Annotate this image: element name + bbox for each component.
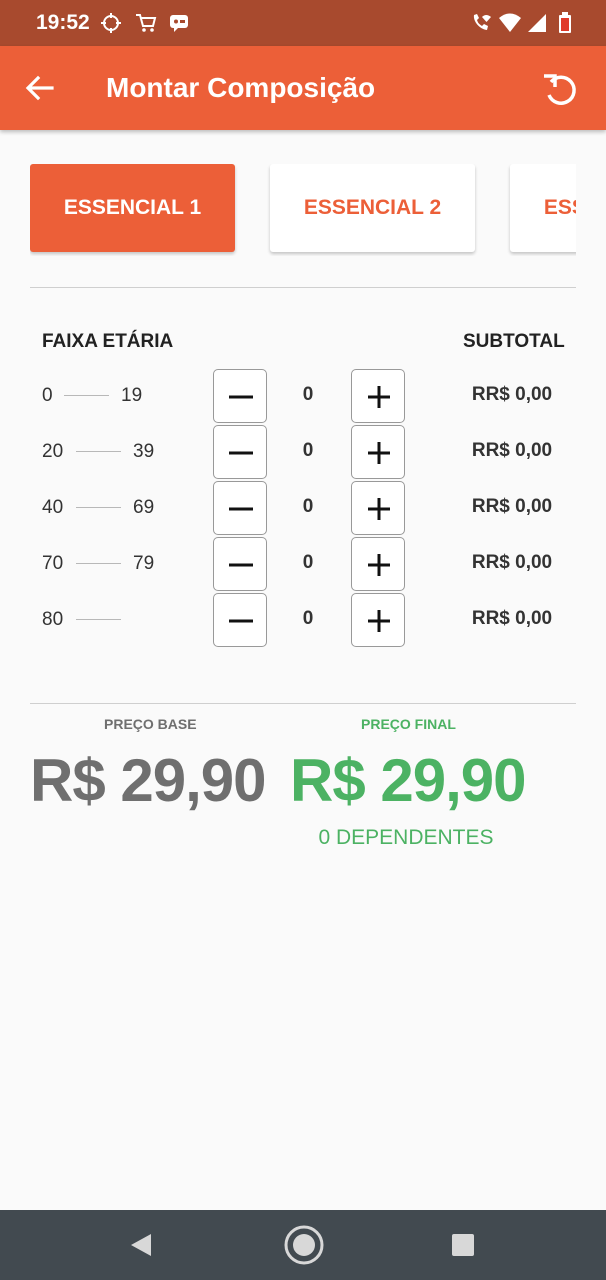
wifi-icon — [499, 13, 521, 32]
plus-icon — [368, 610, 390, 632]
minus-icon — [229, 563, 253, 567]
system-nav-bar — [0, 1210, 606, 1280]
page-title: Montar Composição — [106, 72, 376, 103]
base-price-value: R$ 29,90 — [30, 747, 267, 814]
increment-button[interactable] — [351, 481, 405, 535]
age-range-header: FAIXA ETÁRIA — [42, 331, 174, 352]
tab-essencial-1[interactable]: ESSENCIAL 1 — [30, 164, 235, 252]
minus-icon — [229, 619, 253, 623]
age-from: 80 — [42, 609, 64, 630]
age-from: 40 — [42, 497, 64, 518]
subtotal-value: RR$ 0,00 — [471, 608, 553, 629]
plan-tabs: ESSENCIAL 1 ESSENCIAL 2 ESSENCIAL 3 — [30, 164, 576, 256]
subtotal-value: RR$ 0,00 — [471, 496, 553, 517]
final-price-value: R$ 29,90 — [290, 747, 527, 814]
age-row: 80 0 RR$ 0,00 — [0, 593, 606, 647]
age-to: 39 — [133, 441, 155, 462]
app-bar: Montar Composição — [0, 46, 606, 130]
status-bar: 19:52 — [0, 0, 606, 46]
subtotal-value: RR$ 0,00 — [471, 384, 553, 405]
decrement-button[interactable] — [213, 537, 267, 591]
nav-back-icon[interactable] — [128, 1232, 154, 1258]
divider — [30, 287, 576, 288]
decrement-button[interactable] — [213, 593, 267, 647]
message-icon — [170, 15, 188, 32]
minus-icon — [229, 507, 253, 511]
refresh-icon[interactable] — [540, 68, 582, 110]
minus-icon — [229, 451, 253, 455]
decrement-button[interactable] — [213, 369, 267, 423]
decrement-button[interactable] — [213, 425, 267, 479]
quantity-value: 0 — [302, 552, 314, 573]
age-to: 79 — [133, 553, 155, 574]
subtotal-header: SUBTOTAL — [463, 331, 565, 352]
quantity-value: 0 — [302, 496, 314, 517]
age-row: 0 19 0 RR$ 0,00 — [0, 369, 606, 423]
gps-icon — [101, 13, 121, 33]
quantity-value: 0 — [302, 384, 314, 405]
range-line — [76, 563, 121, 564]
age-row: 20 39 0 RR$ 0,00 — [0, 425, 606, 479]
increment-button[interactable] — [351, 537, 405, 591]
range-line — [76, 619, 121, 620]
subtotal-value: RR$ 0,00 — [471, 440, 553, 461]
battery-icon — [559, 12, 571, 33]
plus-icon — [368, 442, 390, 464]
nav-recents-icon[interactable] — [451, 1233, 475, 1257]
base-price-label: PREÇO BASE — [104, 716, 197, 732]
range-line — [76, 507, 121, 508]
decrement-button[interactable] — [213, 481, 267, 535]
age-to: 19 — [121, 385, 143, 406]
quantity-value: 0 — [302, 608, 314, 629]
range-line — [64, 395, 109, 396]
plus-icon — [368, 554, 390, 576]
final-price-label: PREÇO FINAL — [361, 716, 456, 732]
dependents-count: 0 DEPENDENTES — [318, 826, 494, 849]
signal-icon — [528, 14, 546, 32]
plus-icon — [368, 386, 390, 408]
wifi-call-icon — [473, 14, 491, 30]
quantity-value: 0 — [302, 440, 314, 461]
status-time: 19:52 — [36, 11, 90, 34]
range-line — [76, 451, 121, 452]
tab-essencial-3[interactable]: ESSENCIAL 3 — [510, 164, 576, 252]
plus-icon — [368, 498, 390, 520]
tab-essencial-2[interactable]: ESSENCIAL 2 — [270, 164, 475, 252]
age-from: 20 — [42, 441, 64, 462]
minus-icon — [229, 395, 253, 399]
arrow-left-icon[interactable] — [22, 70, 58, 106]
age-to: 69 — [133, 497, 155, 518]
subtotal-value: RR$ 0,00 — [471, 552, 553, 573]
tab-label: ESSENCIAL 1 — [63, 196, 202, 219]
increment-button[interactable] — [351, 425, 405, 479]
tab-label: ESSENCIAL 2 — [303, 196, 442, 219]
age-row: 70 79 0 RR$ 0,00 — [0, 537, 606, 591]
nav-home-icon[interactable] — [282, 1223, 326, 1267]
increment-button[interactable] — [351, 593, 405, 647]
cart-icon — [136, 14, 157, 32]
age-row: 40 69 0 RR$ 0,00 — [0, 481, 606, 535]
age-from: 70 — [42, 553, 64, 574]
increment-button[interactable] — [351, 369, 405, 423]
divider — [30, 703, 576, 704]
age-from: 0 — [42, 385, 53, 406]
tab-label: ESSENCIAL 3 — [543, 196, 576, 219]
